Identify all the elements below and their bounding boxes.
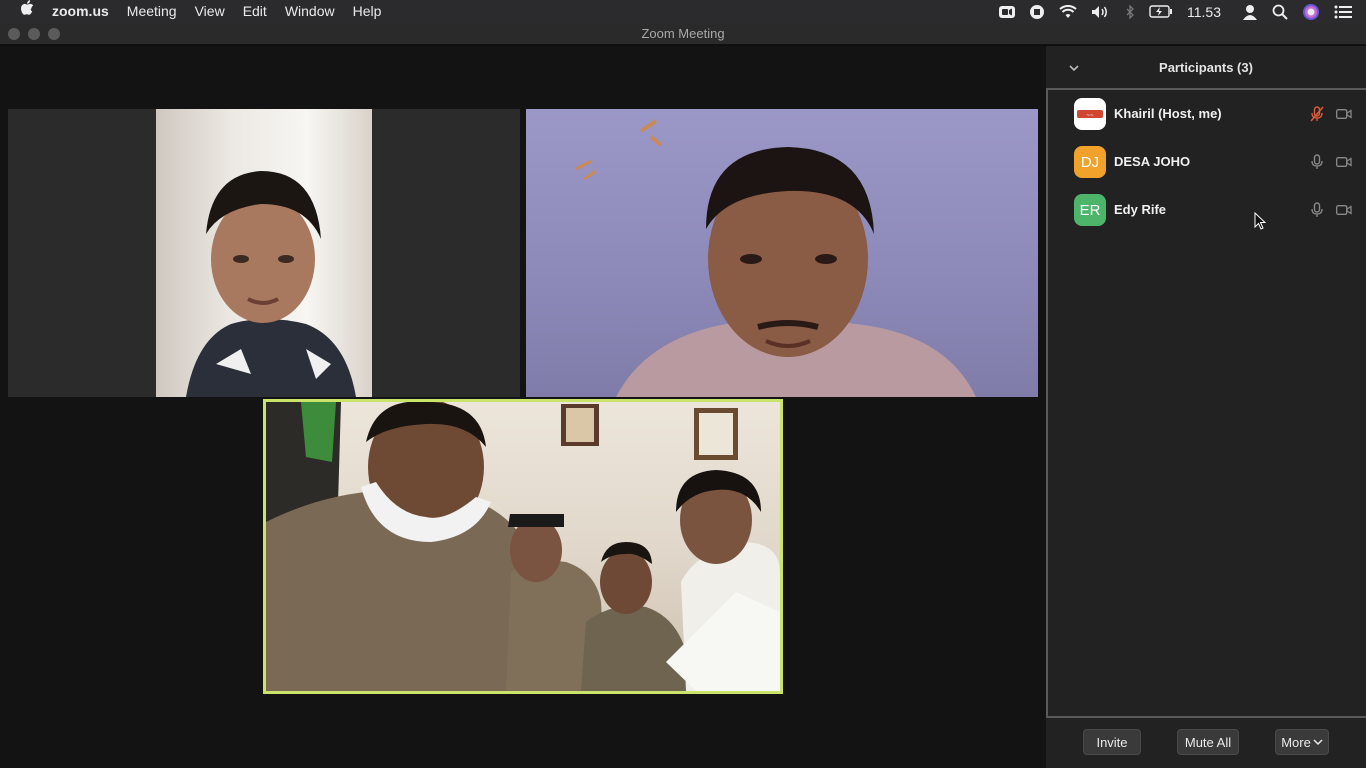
mic-icon[interactable]: [1310, 154, 1324, 175]
participant-name: DESA JOHO: [1114, 154, 1191, 169]
clock[interactable]: 11.53: [1180, 0, 1228, 23]
screen-record-icon[interactable]: [1022, 0, 1052, 23]
video-gallery: [0, 46, 1046, 768]
menu-bar: zoom.us Meeting View Edit Window Help 11…: [0, 0, 1366, 23]
participants-panel: Participants (3) ~~ Khairil (Host, me) D…: [1046, 46, 1366, 768]
participant-name: Khairil (Host, me): [1114, 106, 1222, 121]
participant-row[interactable]: ~~ Khairil (Host, me): [1048, 90, 1366, 138]
more-button[interactable]: More: [1275, 729, 1329, 755]
participants-header: Participants (3): [1046, 46, 1366, 88]
bluetooth-icon[interactable]: [1118, 0, 1142, 23]
camera-off-icon[interactable]: [1336, 203, 1352, 221]
menu-edit[interactable]: Edit: [234, 0, 276, 23]
participant-video-feed: [156, 109, 372, 397]
spotlight-search-icon[interactable]: [1265, 0, 1295, 23]
avatar: ER: [1074, 194, 1106, 226]
battery-icon[interactable]: [1142, 0, 1180, 23]
apple-menu-icon[interactable]: [0, 0, 43, 23]
mic-icon[interactable]: [1310, 202, 1324, 223]
app-menu[interactable]: zoom.us: [43, 0, 118, 23]
participant-video-feed: [526, 109, 1038, 397]
participants-footer: Invite Mute All More: [1046, 718, 1366, 768]
avatar: ~~: [1074, 98, 1106, 130]
window-title-bar: Zoom Meeting: [0, 23, 1366, 45]
chevron-down-icon: [1313, 739, 1323, 746]
participants-title: Participants (3): [1159, 60, 1253, 75]
svg-text:~~: ~~: [1086, 113, 1094, 119]
menu-help[interactable]: Help: [344, 0, 391, 23]
menu-window[interactable]: Window: [276, 0, 344, 23]
more-label: More: [1281, 734, 1311, 750]
invite-button[interactable]: Invite: [1083, 729, 1141, 755]
siri-icon[interactable]: [1295, 0, 1327, 23]
participant-row[interactable]: DJ DESA JOHO: [1048, 138, 1366, 186]
menu-view[interactable]: View: [186, 0, 234, 23]
video-tile-3-active-speaker[interactable]: [263, 399, 783, 694]
logo-avatar-icon: ~~: [1077, 110, 1103, 119]
window-title: Zoom Meeting: [641, 26, 725, 41]
camera-off-icon[interactable]: [1336, 155, 1352, 173]
participant-name: Edy Rife: [1114, 202, 1167, 217]
mute-all-button[interactable]: Mute All: [1177, 729, 1239, 755]
camera-off-icon[interactable]: [1336, 107, 1352, 125]
participant-video-feed: [266, 402, 780, 691]
mouse-cursor-icon: [1254, 211, 1267, 235]
video-tile-2[interactable]: [526, 109, 1038, 397]
volume-icon[interactable]: [1084, 0, 1118, 23]
video-tile-1[interactable]: [8, 109, 520, 397]
avatar: DJ: [1074, 146, 1106, 178]
menu-meeting[interactable]: Meeting: [118, 0, 186, 23]
notification-center-icon[interactable]: [1327, 0, 1366, 23]
mic-muted-icon[interactable]: [1310, 106, 1324, 127]
participant-row[interactable]: ER Edy Rife: [1048, 186, 1366, 234]
wifi-icon[interactable]: [1052, 0, 1084, 23]
user-icon[interactable]: [1228, 0, 1265, 23]
zoom-status-icon[interactable]: [992, 0, 1022, 23]
participants-list: ~~ Khairil (Host, me) DJ DESA JOHO ER Ed…: [1046, 88, 1366, 718]
